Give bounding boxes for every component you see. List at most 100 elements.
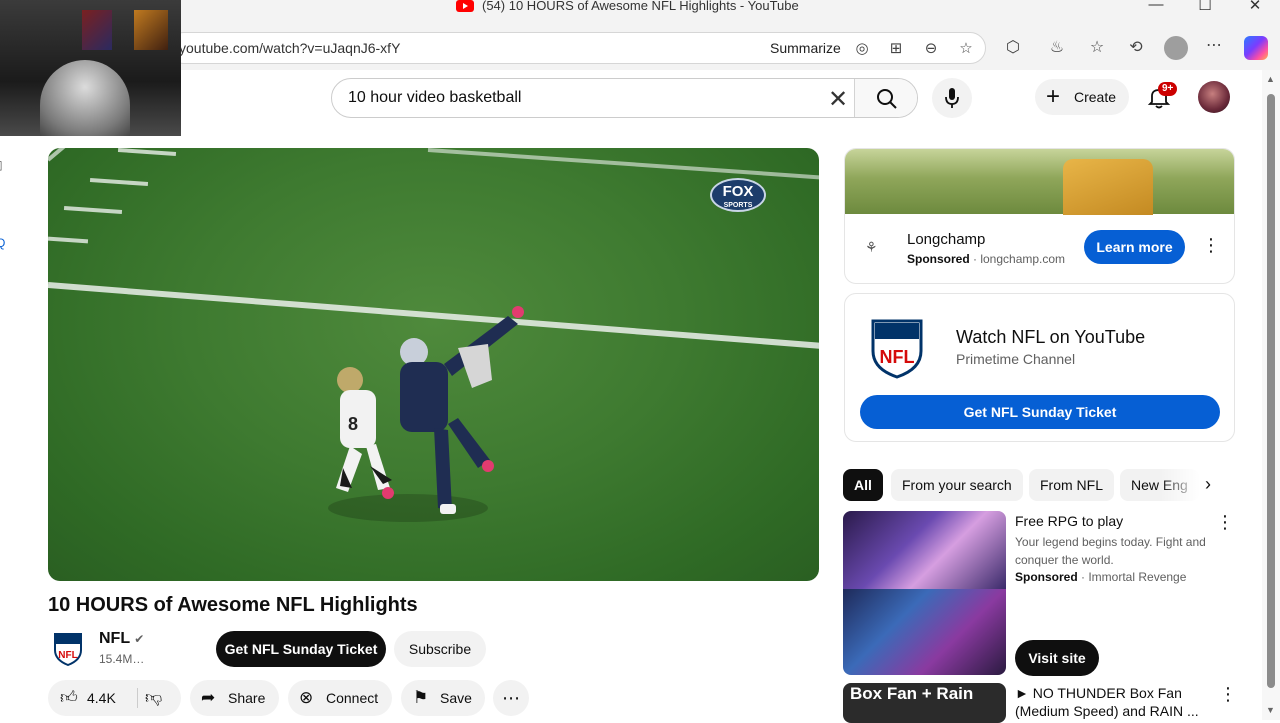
chip-all[interactable]: All xyxy=(843,469,883,501)
more-options-icon[interactable]: ⋯ xyxy=(1203,35,1225,55)
fox-logo-text: FOX xyxy=(722,183,754,200)
football-players-image: 8 xyxy=(328,306,524,522)
zoom-icon[interactable]: ⊖ xyxy=(921,39,941,57)
share-button[interactable]: ➦ Share xyxy=(190,680,279,716)
nfl-shield-logo: NFL xyxy=(871,319,923,379)
like-icon[interactable]: 👍︎ xyxy=(60,680,78,716)
ad-menu-icon[interactable]: ⋮ xyxy=(1202,235,1220,256)
divider xyxy=(137,688,138,708)
copilot-summarize-icon[interactable]: ◎ xyxy=(852,39,872,57)
address-bar[interactable]: youtube.com/watch?v=uJaqnJ6-xfY Summariz… xyxy=(168,32,986,64)
nfl-channel-logo[interactable]: NFL xyxy=(53,630,83,666)
search-input[interactable]: 10 hour video basketball xyxy=(348,89,521,107)
copilot-icon[interactable] xyxy=(1244,36,1268,60)
rec-menu-icon[interactable]: ⋮ xyxy=(1216,512,1234,533)
window-title-text: (54) 10 HOURS of Awesome NFL Highlights … xyxy=(482,0,799,13)
nfl-promo-title: Watch NFL on YouTube xyxy=(956,327,1146,347)
rec-description: Your legend begins today. Fight and conq… xyxy=(1015,535,1206,567)
performance-icon[interactable]: ♨ xyxy=(1046,37,1068,57)
chevron-right-icon[interactable]: › xyxy=(1205,474,1211,495)
channel-name-text[interactable]: NFL xyxy=(99,630,130,647)
dislike-icon[interactable]: 👎︎ xyxy=(145,680,162,716)
more-actions-button[interactable]: ⋯ xyxy=(493,680,529,716)
scrollbar-thumb[interactable] xyxy=(1267,94,1275,688)
rail-subscriptions-icon[interactable]: Q xyxy=(0,236,6,250)
fox-sports-logo: FOX SPORTS xyxy=(710,178,766,212)
clear-search-icon[interactable]: ✕ xyxy=(828,85,848,114)
save-label: Save xyxy=(440,690,472,706)
extensions-icon[interactable]: ⬡ xyxy=(1002,37,1024,57)
learn-more-button[interactable]: Learn more xyxy=(1084,230,1185,264)
longchamp-logo-icon: ⚘ xyxy=(865,239,878,255)
get-sunday-ticket-button[interactable]: Get NFL Sunday Ticket xyxy=(216,631,386,667)
rail-home-icon[interactable]: ▯ xyxy=(0,158,6,172)
rec-title[interactable]: ► NO THUNDER Box Fan (Medium Speed) and … xyxy=(1015,684,1205,720)
search-bar[interactable]: 10 hour video basketball ✕ xyxy=(331,78,918,118)
favorites-icon[interactable]: ☆ xyxy=(1086,37,1108,57)
rail-you-icon[interactable]: - xyxy=(0,278,6,292)
url-text[interactable]: youtube.com/watch?v=uJaqnJ6-xfY xyxy=(179,40,400,56)
browser-title-bar: (54) 10 HOURS of Awesome NFL Highlights … xyxy=(0,0,1280,14)
page-scrollbar[interactable]: ▲ ▼ xyxy=(1262,70,1280,720)
webcam-overlay xyxy=(0,0,181,136)
rec-sponsored-label: Sponsored xyxy=(1015,570,1078,584)
game-art-image xyxy=(843,589,1006,675)
chip-from-nfl[interactable]: From NFL xyxy=(1029,469,1114,501)
scroll-up-icon[interactable]: ▲ xyxy=(1266,74,1275,84)
svg-text:NFL: NFL xyxy=(58,650,77,661)
minimize-icon[interactable]: — xyxy=(1146,0,1166,13)
chip-from-search[interactable]: From your search xyxy=(891,469,1023,501)
plus-icon: + xyxy=(1046,83,1061,110)
thumbnail-text: Box Fan + Rain xyxy=(850,684,974,703)
summarize-button[interactable]: Summarize xyxy=(770,40,841,56)
create-label: Create xyxy=(1074,89,1117,105)
connect-button[interactable]: ⊗ Connect xyxy=(288,680,392,716)
ad-brand-name[interactable]: Longchamp xyxy=(907,231,985,248)
maximize-icon[interactable]: ☐ xyxy=(1195,0,1215,14)
connect-label: Connect xyxy=(326,690,379,706)
visit-site-button[interactable]: Visit site xyxy=(1015,640,1099,676)
handbag-image xyxy=(1063,159,1153,215)
save-button[interactable]: ⚑ Save xyxy=(401,680,485,716)
window-title: (54) 10 HOURS of Awesome NFL Highlights … xyxy=(456,0,799,13)
longchamp-ad-card[interactable]: ⚘ Longchamp Sponsored · longchamp.com Le… xyxy=(844,148,1235,284)
like-count[interactable]: 4.4K xyxy=(87,680,116,716)
rec-menu-icon[interactable]: ⋮ xyxy=(1219,684,1237,705)
rec-advertiser: Immortal Revenge xyxy=(1088,570,1187,584)
nfl-promo-subtitle: Primetime Channel xyxy=(956,351,1076,367)
like-dislike-group: 👍︎ 4.4K 👎︎ xyxy=(48,680,181,716)
share-icon: ➦ xyxy=(201,688,216,707)
svg-text:8: 8 xyxy=(348,414,358,434)
subscribe-button[interactable]: Subscribe xyxy=(394,631,486,667)
youtube-favicon-icon xyxy=(456,0,474,12)
rec-meta: Sponsored · Immortal Revenge xyxy=(1015,570,1187,584)
ad-sponsored-label: Sponsored xyxy=(907,252,970,266)
voice-search-button[interactable] xyxy=(932,78,972,118)
scroll-down-icon[interactable]: ▼ xyxy=(1266,705,1275,715)
nfl-ticket-button[interactable]: Get NFL Sunday Ticket xyxy=(860,395,1220,429)
wall-poster-image xyxy=(134,10,168,50)
verified-badge-icon: ✔ xyxy=(134,632,145,646)
chip-fade xyxy=(1160,469,1200,501)
bookmark-icon: ⚑ xyxy=(413,688,429,707)
connect-icon: ⊗ xyxy=(299,688,314,707)
box-fan-thumbnail[interactable]: Box Fan + Rain xyxy=(843,683,1006,723)
ad-meta: Sponsored · longchamp.com xyxy=(907,252,1066,266)
account-avatar[interactable] xyxy=(1198,81,1230,113)
video-title: 10 HOURS of Awesome NFL Highlights xyxy=(48,594,418,616)
wall-poster-image xyxy=(82,10,112,50)
browser-profile-icon[interactable] xyxy=(1164,36,1188,60)
apps-grid-icon[interactable]: ⊞ xyxy=(886,39,906,57)
video-player[interactable]: 8 FOX SPORTS xyxy=(48,148,819,581)
history-icon[interactable]: ⟲ xyxy=(1125,37,1147,57)
notification-count-badge: 9+ xyxy=(1158,82,1178,96)
subscriber-count: 15.4M… xyxy=(99,652,145,666)
favorite-star-icon[interactable]: ☆ xyxy=(956,39,976,57)
rec-title[interactable]: Free RPG to play xyxy=(1015,512,1205,530)
rail-shorts-icon[interactable]: ) xyxy=(0,198,6,212)
close-window-icon[interactable]: ✕ xyxy=(1245,0,1265,14)
channel-name[interactable]: NFL ✔ xyxy=(99,630,144,648)
search-button[interactable] xyxy=(854,79,917,117)
game-ad-thumbnail[interactable] xyxy=(843,511,1006,675)
create-button[interactable]: + Create xyxy=(1035,79,1129,115)
